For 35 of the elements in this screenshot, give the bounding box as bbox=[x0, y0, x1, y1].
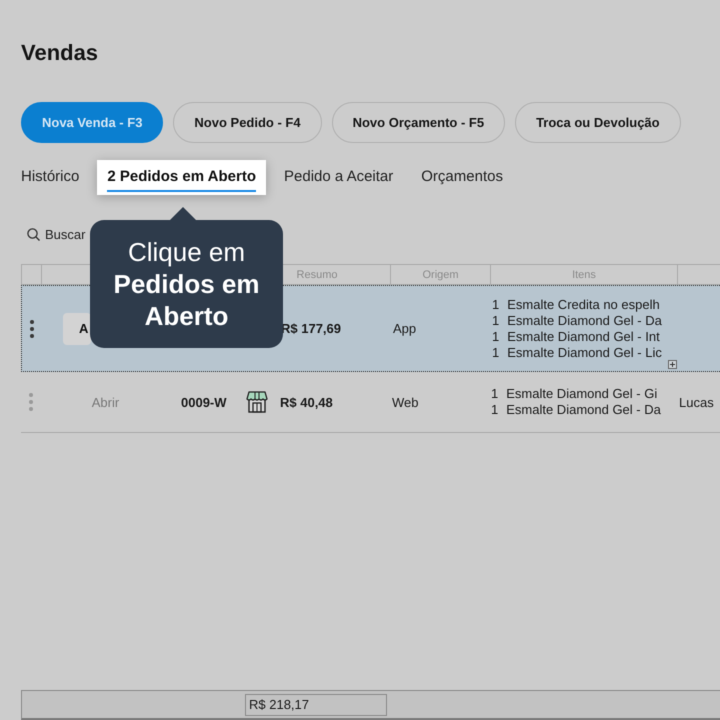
item-name: Esmalte Diamond Gel - Lic bbox=[507, 344, 662, 360]
order-number: 0009-W bbox=[181, 394, 227, 410]
item-quantity: 1 bbox=[492, 296, 500, 312]
item-name: Esmalte Diamond Gel - Da bbox=[507, 312, 662, 328]
tab[interactable]: 2 Pedidos em Aberto bbox=[97, 160, 266, 195]
tab[interactable]: Pedido a Aceitar bbox=[274, 160, 404, 195]
origin-cell: Web bbox=[392, 394, 418, 410]
item-name: Esmalte Credita no espelh bbox=[507, 296, 660, 312]
action-button[interactable]: Novo Pedido - F4 bbox=[173, 102, 322, 143]
item-quantity: 1 bbox=[492, 328, 500, 344]
item-quantity: 1 bbox=[491, 402, 498, 418]
origin-cell: App bbox=[393, 321, 416, 336]
item-quantity: 1 bbox=[492, 344, 500, 360]
item-name: Esmalte Diamond Gel - Gi bbox=[506, 386, 658, 402]
more-options-icon[interactable] bbox=[30, 320, 34, 338]
item-quantity: 1 bbox=[492, 312, 500, 328]
column-header: Itens bbox=[572, 268, 596, 280]
column-header: Origem bbox=[422, 268, 459, 280]
action-button[interactable]: Troca ou Devolução bbox=[515, 102, 681, 143]
open-button[interactable]: A bbox=[63, 312, 91, 344]
order-total: R$ 40,48 bbox=[280, 394, 333, 410]
item-name: Esmalte Diamond Gel - Da bbox=[506, 402, 661, 418]
tab[interactable]: Histórico bbox=[11, 160, 90, 195]
action-button[interactable]: Novo Orçamento - F5 bbox=[332, 102, 506, 143]
search-button[interactable]: Buscar bbox=[27, 225, 86, 243]
table-cell: Lucas bbox=[679, 394, 714, 410]
item-quantity: 1 bbox=[491, 386, 498, 402]
total-value: R$ 218,17 bbox=[245, 694, 387, 716]
column-header: Resumo bbox=[296, 268, 338, 280]
tab[interactable]: Orçamentos bbox=[411, 160, 513, 195]
item-name: Esmalte Diamond Gel - Int bbox=[507, 328, 660, 344]
search-icon bbox=[27, 228, 40, 240]
store-icon bbox=[246, 391, 268, 413]
page-title: Vendas bbox=[21, 40, 98, 66]
expand-icon[interactable] bbox=[668, 360, 677, 369]
